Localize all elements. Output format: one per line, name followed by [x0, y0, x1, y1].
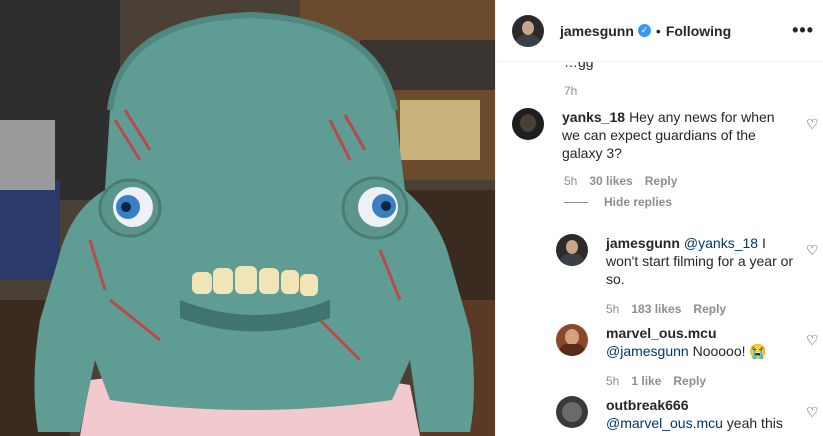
- like-count[interactable]: 1 like: [631, 374, 661, 388]
- hide-replies-label: Hide replies: [604, 195, 673, 209]
- comment-username[interactable]: marvel_ous.mcu: [606, 325, 717, 341]
- comment-text: yanks_18 Hey any news for when we can exp…: [562, 108, 792, 162]
- post-photo[interactable]: [0, 0, 495, 436]
- comment-meta: 5h 183 likes Reply: [606, 302, 726, 316]
- mention-link[interactable]: @jamesgunn: [606, 343, 689, 359]
- heart-icon[interactable]: ♡: [806, 116, 819, 133]
- heart-icon[interactable]: ♡: [806, 404, 819, 421]
- comment-timestamp[interactable]: 5h: [606, 302, 619, 316]
- mention-link[interactable]: @yanks_18: [684, 235, 758, 251]
- truncated-comment-text: …gg: [564, 62, 594, 70]
- comment-username[interactable]: outbreak666: [606, 397, 688, 413]
- post-header: jamesgunn ✓ • Following •••: [496, 0, 823, 62]
- more-options-icon[interactable]: •••: [792, 20, 814, 41]
- reply-item: jamesgunn @yanks_18 I won't start filming…: [556, 234, 796, 288]
- comments-panel: jamesgunn ✓ • Following ••• …gg 7h yanks…: [495, 0, 823, 436]
- comment-meta: 5h 1 like Reply: [606, 374, 706, 388]
- heart-icon[interactable]: ♡: [806, 242, 819, 259]
- like-count[interactable]: 30 likes: [589, 174, 632, 188]
- comment-text: jamesgunn @yanks_18 I won't start filming…: [606, 234, 796, 288]
- mention-link[interactable]: @marvel_ous.mcu: [606, 415, 723, 431]
- comment-timestamp[interactable]: 7h: [564, 84, 577, 98]
- comment-text: outbreak666 @marvel_ous.mcu yeah this: [606, 396, 796, 432]
- avatar[interactable]: [556, 234, 588, 266]
- avatar[interactable]: [556, 324, 588, 356]
- plush-toy-image: [0, 0, 495, 436]
- comment-content: yeah this: [722, 415, 783, 431]
- divider-line: [564, 201, 588, 203]
- reply-button[interactable]: Reply: [693, 302, 726, 316]
- comment-meta: 5h 30 likes Reply: [564, 174, 677, 188]
- comment-item: yanks_18 Hey any news for when we can exp…: [512, 108, 792, 162]
- heart-icon[interactable]: ♡: [806, 332, 819, 349]
- reply-button[interactable]: Reply: [673, 374, 706, 388]
- verified-badge-icon: ✓: [637, 24, 651, 37]
- comment-username[interactable]: yanks_18: [562, 109, 625, 125]
- comment-content: Nooooo! 😭: [688, 343, 767, 359]
- comment-text: marvel_ous.mcu @jamesgunn Nooooo! 😭: [606, 324, 796, 360]
- hide-replies-button[interactable]: Hide replies: [564, 195, 672, 209]
- avatar[interactable]: [512, 108, 544, 140]
- reply-button[interactable]: Reply: [645, 174, 678, 188]
- comments-list[interactable]: …gg 7h yanks_18 Hey any news for when we …: [496, 62, 823, 436]
- separator-dot: •: [655, 22, 661, 39]
- following-button[interactable]: Following: [666, 23, 731, 39]
- reply-item: marvel_ous.mcu @jamesgunn Nooooo! 😭: [556, 324, 796, 360]
- comment-timestamp[interactable]: 5h: [564, 174, 577, 188]
- avatar[interactable]: [556, 396, 588, 428]
- like-count[interactable]: 183 likes: [631, 302, 681, 316]
- post-author-username[interactable]: jamesgunn: [560, 23, 634, 39]
- comment-username[interactable]: jamesgunn: [606, 235, 680, 251]
- comment-timestamp[interactable]: 5h: [606, 374, 619, 388]
- avatar[interactable]: [512, 14, 544, 47]
- reply-item: outbreak666 @marvel_ous.mcu yeah this: [556, 396, 796, 432]
